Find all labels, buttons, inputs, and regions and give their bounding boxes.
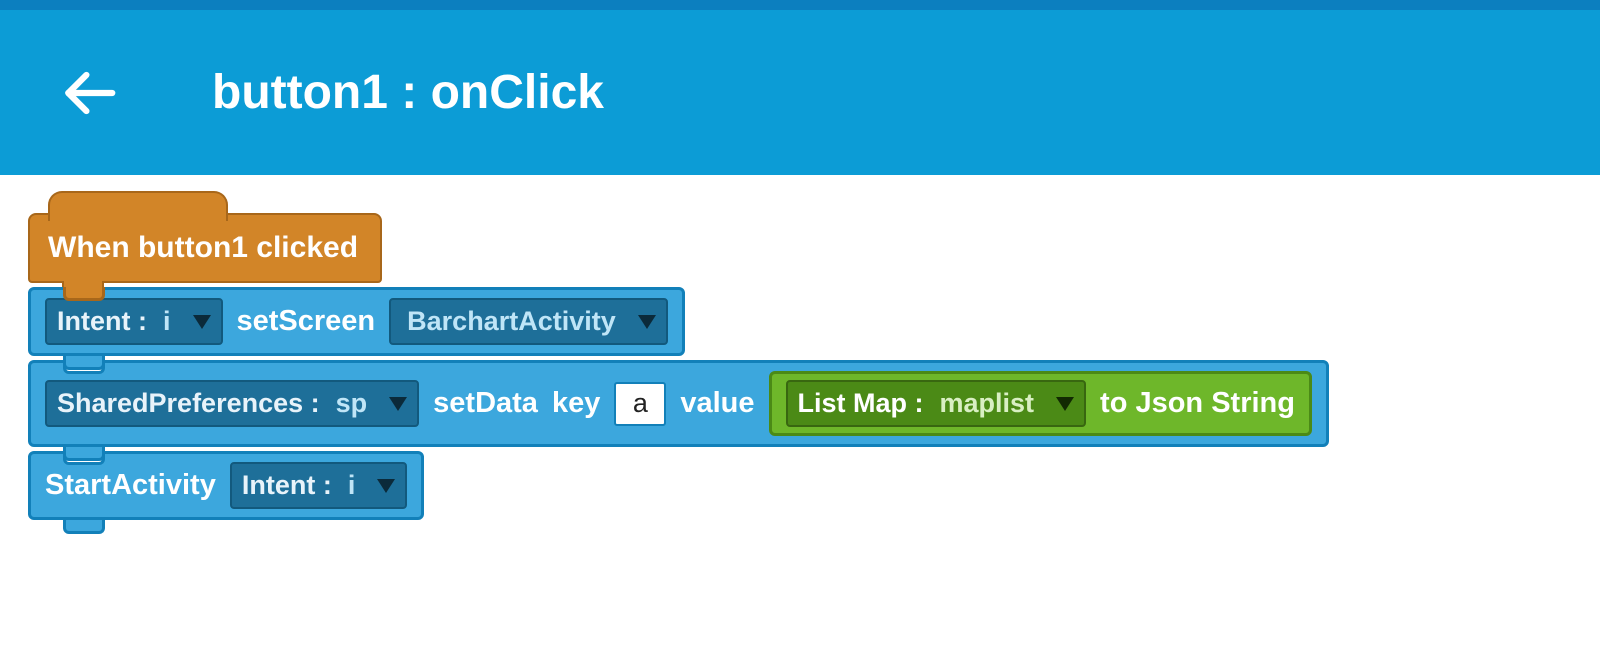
- action-label: setScreen: [237, 305, 376, 338]
- value-label: value: [680, 387, 754, 420]
- intent-var-dropdown[interactable]: Intent : i: [230, 462, 408, 509]
- slot-value: sp: [330, 388, 374, 419]
- slot-value: BarchartActivity: [401, 306, 622, 337]
- slot-value: maplist: [934, 388, 1041, 419]
- chevron-down-icon: [377, 479, 395, 493]
- block-listmap-tojson[interactable]: List Map : maplist to Json String: [769, 371, 1312, 436]
- screen-dropdown[interactable]: BarchartActivity: [389, 298, 668, 345]
- key-label: key: [552, 387, 600, 420]
- notch-bottom: [63, 356, 105, 370]
- chevron-down-icon: [1056, 397, 1074, 411]
- notch-bottom: [63, 447, 105, 461]
- notch-top: [63, 287, 105, 301]
- hat-bump: [48, 191, 228, 221]
- slot-label: Intent :: [57, 306, 147, 337]
- notch-bottom: [63, 520, 105, 534]
- key-value: a: [633, 388, 648, 419]
- sharedpref-var-dropdown[interactable]: SharedPreferences : sp: [45, 380, 419, 427]
- back-icon[interactable]: [58, 62, 120, 124]
- page-title: button1 : onClick: [212, 65, 604, 120]
- chevron-down-icon: [389, 397, 407, 411]
- chevron-down-icon: [193, 315, 211, 329]
- hat-label: When button1 clicked: [48, 231, 358, 264]
- intent-var-dropdown[interactable]: Intent : i: [45, 298, 223, 345]
- block-startactivity[interactable]: StartActivity Intent : i: [28, 451, 424, 520]
- block-intent-setscreen[interactable]: Intent : i setScreen BarchartActivity: [28, 287, 685, 356]
- slot-label: SharedPreferences :: [57, 388, 320, 419]
- listmap-var-dropdown[interactable]: List Map : maplist: [786, 380, 1087, 427]
- action-label: StartActivity: [45, 469, 216, 502]
- slot-label: Intent :: [242, 470, 332, 501]
- block-sharedpref-setdata[interactable]: SharedPreferences : sp setData key a val…: [28, 360, 1329, 447]
- key-input[interactable]: a: [614, 382, 666, 426]
- slot-value: i: [157, 306, 177, 337]
- event-hat-block[interactable]: When button1 clicked: [28, 213, 382, 283]
- app-toolbar: button1 : onClick: [0, 10, 1600, 175]
- chevron-down-icon: [638, 315, 656, 329]
- slot-value: i: [342, 470, 362, 501]
- tojson-label: to Json String: [1100, 387, 1295, 420]
- statusbar-strip: [0, 0, 1600, 10]
- action-label: setData: [433, 387, 538, 420]
- slot-label: List Map :: [798, 388, 924, 419]
- block-canvas[interactable]: When button1 clicked Intent : i setScree…: [0, 175, 1600, 520]
